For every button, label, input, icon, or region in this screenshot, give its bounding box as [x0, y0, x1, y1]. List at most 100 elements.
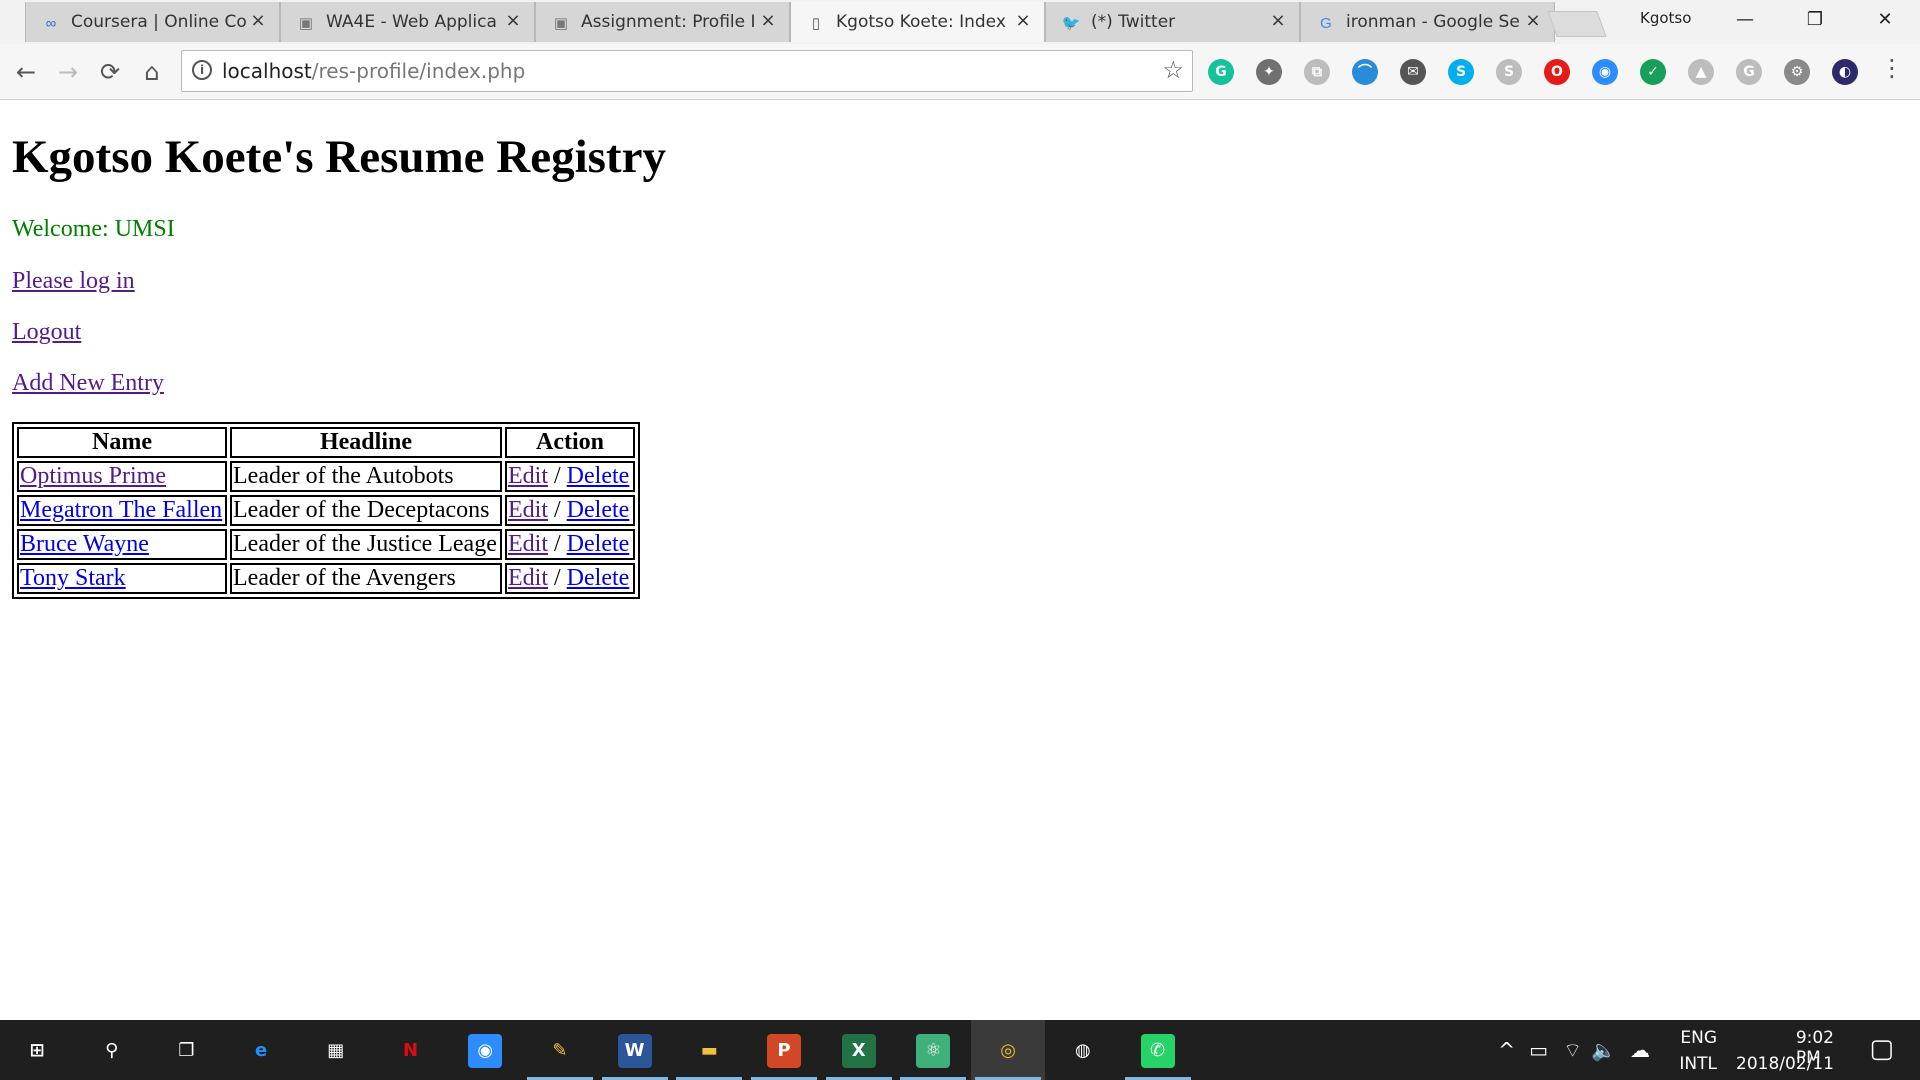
search-icon: ⚲ — [105, 1039, 119, 1061]
tab-title: (*) Twitter — [1091, 12, 1176, 32]
mail-icon[interactable]: ✉ — [1400, 59, 1426, 85]
new-tab-button[interactable] — [1547, 11, 1607, 37]
tab-close-icon[interactable]: × — [248, 11, 268, 31]
edge-icon: e — [254, 1039, 268, 1061]
volume-icon[interactable]: 🔈 — [1591, 1038, 1616, 1062]
tab-close-icon[interactable]: × — [758, 11, 778, 31]
powerpoint-icon-button[interactable]: P — [747, 1020, 821, 1080]
edit-link[interactable]: Edit — [508, 565, 548, 591]
opera-icon[interactable]: O — [1544, 59, 1570, 85]
zoom-icon[interactable]: ◉ — [1592, 59, 1618, 85]
name-cell: Optimus Prime — [17, 461, 227, 492]
search-icon-button[interactable]: ⚲ — [75, 1020, 149, 1080]
headline-cell: Leader of the Avengers — [230, 563, 502, 594]
language-indicator[interactable]: ENG — [1680, 1028, 1717, 1048]
delete-link[interactable]: Delete — [567, 565, 630, 591]
excel-icon-button[interactable]: X — [822, 1020, 896, 1080]
tab-3[interactable]: ▯ Kgotso Koete: Index × — [780, 2, 1055, 42]
table-header-row: Name Headline Action — [17, 427, 635, 458]
skype-grey-icon[interactable]: S — [1496, 59, 1522, 85]
netflix-icon-button[interactable]: N — [374, 1020, 448, 1080]
delete-link[interactable]: Delete — [567, 497, 630, 523]
tab-close-icon[interactable]: × — [1268, 11, 1288, 31]
rainbow-icon[interactable]: ⌒ — [1352, 59, 1378, 85]
restore-button[interactable]: ❐ — [1780, 0, 1850, 40]
pdf-icon[interactable]: ⧉ — [1304, 59, 1330, 85]
store-icon: ▦ — [327, 1039, 345, 1061]
paint-icon-button[interactable]: ✎ — [523, 1020, 597, 1080]
puzzle-icon[interactable]: ✦ — [1256, 59, 1282, 85]
url-host: localhost — [222, 59, 312, 83]
chrome-icon: ◎ — [1000, 1039, 1016, 1061]
column-header-name: Name — [17, 427, 227, 458]
profile-link[interactable]: Optimus Prime — [20, 463, 166, 489]
show-hidden-icons-icon[interactable]: ^ — [1498, 1038, 1515, 1062]
whatsapp-icon-button[interactable]: ✆ — [1121, 1020, 1195, 1080]
url-path: /res-profile/index.php — [311, 59, 526, 83]
home-button[interactable]: ⌂ — [136, 56, 168, 88]
wifi-icon[interactable]: ⌔ — [1563, 1038, 1582, 1063]
tab-strip: ∞ Coursera | Online Co × ▣ WA4E - Web Applic… — [0, 0, 1920, 44]
headline-cell: Leader of the Justice Leage — [230, 529, 502, 560]
gear-icon[interactable]: ⚙ — [1784, 59, 1810, 85]
bookmark-star-icon[interactable]: ☆ — [1162, 56, 1184, 85]
shield-icon[interactable]: ✓ — [1640, 59, 1666, 85]
tab-4[interactable]: 🐦 (*) Twitter × — [1035, 2, 1310, 42]
file-explorer-icon-button[interactable]: ▬ — [672, 1020, 746, 1080]
page-title: Kgotso Koete's Resume Registry — [12, 131, 666, 183]
tab-close-icon[interactable]: × — [503, 11, 523, 31]
logout-link[interactable]: Logout — [12, 319, 81, 345]
start-icon-button[interactable]: ⊞ — [0, 1020, 74, 1080]
browser-toolbar: ← → ⟳ ⌂ i localhost/res-profile/index.ph… — [0, 44, 1920, 100]
zoom-app-icon-button[interactable]: ◉ — [448, 1020, 522, 1080]
tab-1[interactable]: ▣ WA4E - Web Applica × — [270, 2, 545, 42]
tab-close-icon[interactable]: × — [1013, 11, 1033, 31]
edit-link[interactable]: Edit — [508, 463, 548, 489]
close-window-button[interactable]: ✕ — [1850, 0, 1920, 40]
action-cell: Edit / Delete — [505, 563, 635, 594]
minimize-button[interactable]: — — [1710, 0, 1780, 40]
atom-icon-button[interactable]: ⚛ — [896, 1020, 970, 1080]
bitnami-icon-button[interactable]: ◍ — [1046, 1020, 1120, 1080]
address-bar[interactable]: i localhost/res-profile/index.php ☆ — [181, 50, 1193, 92]
g-icon[interactable]: G — [1736, 59, 1762, 85]
grammarly-icon[interactable]: G — [1208, 59, 1234, 85]
keyboard-layout-indicator[interactable]: INTL — [1679, 1054, 1717, 1074]
firefox-icon[interactable]: ◐ — [1832, 59, 1858, 85]
tab-2[interactable]: ▣ Assignment: Profile I × — [525, 2, 800, 42]
chrome-icon-button[interactable]: ◎ — [971, 1020, 1046, 1080]
onedrive-icon[interactable]: ☁ — [1630, 1038, 1650, 1062]
reload-button[interactable]: ⟳ — [94, 56, 126, 88]
delete-link[interactable]: Delete — [567, 531, 630, 557]
edit-link[interactable]: Edit — [508, 531, 548, 557]
edge-icon-button[interactable]: e — [224, 1020, 298, 1080]
drive-icon[interactable]: ▲ — [1688, 59, 1714, 85]
profile-name[interactable]: Kgotso — [1640, 9, 1691, 27]
notifications-icon[interactable]: ▢ — [1869, 1034, 1894, 1064]
add-new-entry-link[interactable]: Add New Entry — [12, 370, 164, 396]
tab-0[interactable]: ∞ Coursera | Online Co × — [15, 2, 290, 42]
chrome-menu-icon[interactable]: ⋮ — [1880, 54, 1904, 82]
word-icon-button[interactable]: W — [598, 1020, 672, 1080]
forward-button[interactable]: → — [52, 56, 84, 88]
atom-icon: ⚛ — [916, 1033, 951, 1068]
wa4e-icon: ▣ — [298, 15, 314, 32]
login-link[interactable]: Please log in — [12, 268, 135, 294]
column-header-action: Action — [505, 427, 635, 458]
skype-icon[interactable]: S — [1448, 59, 1474, 85]
profile-link[interactable]: Megatron The Fallen — [20, 497, 222, 523]
url-text[interactable]: localhost/res-profile/index.php — [222, 59, 525, 83]
tab-5[interactable]: Gironman - Google Se × — [1290, 2, 1565, 42]
edit-link[interactable]: Edit — [508, 497, 548, 523]
profile-link[interactable]: Tony Stark — [20, 565, 126, 591]
store-icon-button[interactable]: ▦ — [299, 1020, 373, 1080]
headline-cell: Leader of the Deceptacons — [230, 495, 502, 526]
delete-link[interactable]: Delete — [567, 463, 630, 489]
site-info-icon[interactable]: i — [192, 60, 212, 80]
profile-link[interactable]: Bruce Wayne — [20, 531, 149, 557]
clock-date[interactable]: 2018/02/11 — [1736, 1054, 1834, 1074]
task-view-icon-button[interactable]: ❐ — [149, 1020, 223, 1080]
back-button[interactable]: ← — [10, 56, 42, 88]
battery-icon[interactable]: ▭ — [1529, 1038, 1548, 1062]
tab-close-icon[interactable]: × — [1523, 11, 1543, 31]
